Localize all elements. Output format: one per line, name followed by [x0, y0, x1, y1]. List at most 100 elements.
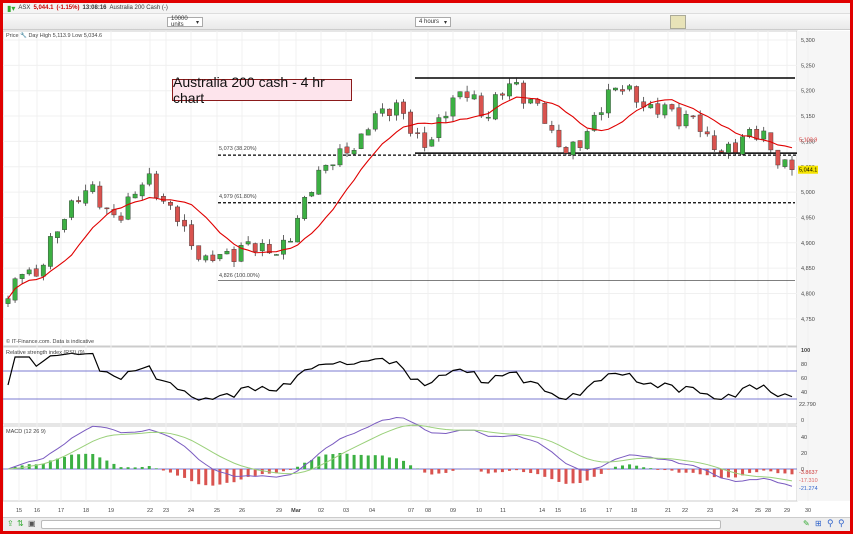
- date-tick: 24: [188, 508, 194, 514]
- candle: [485, 116, 491, 119]
- macd-histogram-bar: [211, 469, 215, 486]
- macd-histogram-bar: [140, 466, 144, 469]
- candle: [132, 193, 138, 199]
- rsi-tick: 80: [801, 362, 807, 368]
- macd-histogram-bar: [190, 469, 194, 482]
- export-icon[interactable]: ⇪: [7, 519, 14, 528]
- macd-histogram-bar: [260, 469, 264, 475]
- macd-histogram-bar: [522, 469, 526, 473]
- compare-icon[interactable]: ⇅: [17, 519, 24, 528]
- candle: [337, 148, 343, 166]
- candle: [726, 143, 731, 153]
- date-tick: 22: [147, 508, 153, 514]
- macd-histogram-bar: [380, 455, 384, 469]
- zoom-out-icon[interactable]: ⚲: [827, 518, 834, 529]
- candle: [231, 249, 237, 262]
- candle: [500, 93, 505, 96]
- candle: [563, 147, 569, 154]
- date-tick: 10: [476, 508, 482, 514]
- macd-histogram-bar: [486, 469, 490, 474]
- candle: [344, 146, 350, 154]
- candle: [655, 103, 661, 115]
- candle: [528, 99, 534, 104]
- candle: [521, 82, 527, 104]
- price-tick: 5,300: [801, 38, 815, 44]
- date-tick: 23: [163, 508, 169, 514]
- date-tick: 11: [500, 508, 506, 514]
- candle: [5, 298, 11, 304]
- macd-histogram-bar: [507, 469, 511, 471]
- candle: [358, 133, 364, 149]
- candle: [507, 83, 512, 97]
- chart-canvas[interactable]: 15 16 17 18 19 22 23 24 25 26 29 Mar 02 03 04 07 08 09 10 1…: [0, 0, 853, 534]
- macd-histogram-bar: [289, 469, 293, 470]
- date-tick: Mar: [291, 508, 302, 514]
- rsi-tick: 100: [801, 348, 810, 354]
- candle: [542, 103, 548, 124]
- drawing-icon[interactable]: ✎: [803, 519, 810, 528]
- zoom-fit-icon[interactable]: ⊞: [815, 519, 822, 528]
- macd-histogram-bar: [409, 465, 413, 469]
- candle: [613, 87, 618, 91]
- candle: [83, 190, 89, 204]
- macd-histogram-bar: [564, 469, 568, 484]
- candle: [69, 200, 74, 218]
- candle: [605, 89, 611, 114]
- price-tick: 5,250: [801, 63, 815, 69]
- macd-histogram-bar: [444, 469, 448, 473]
- candle: [436, 117, 442, 138]
- macd-histogram-bar: [613, 466, 617, 469]
- chart-scrollbar[interactable]: [41, 520, 721, 529]
- candle: [789, 159, 795, 170]
- macd-histogram-bar: [451, 469, 455, 471]
- date-tick: 21: [665, 508, 671, 514]
- date-tick: 30: [805, 508, 811, 514]
- candle: [669, 104, 675, 110]
- candle: [203, 255, 209, 261]
- candle: [620, 89, 625, 92]
- candle: [323, 164, 329, 171]
- macd-histogram-bar: [656, 469, 660, 470]
- price-tick: 5,150: [801, 114, 815, 120]
- macd-histogram-bar: [147, 466, 151, 469]
- fib-label-100: 4,826 (100.00%): [219, 273, 260, 279]
- candle: [549, 125, 555, 131]
- macd-histogram-bar: [183, 469, 187, 478]
- candle: [146, 173, 152, 185]
- candle: [33, 268, 39, 277]
- macd-histogram-bar: [536, 469, 540, 475]
- fib-label-38: 5,073 (38.20%): [219, 146, 257, 152]
- macd-histogram-bar: [154, 468, 158, 469]
- date-tick: 08: [425, 508, 431, 514]
- candle: [429, 139, 435, 147]
- date-tick: 15: [555, 508, 561, 514]
- macd-histogram-bar: [70, 454, 74, 469]
- date-tick: 28: [765, 508, 771, 514]
- candle: [189, 224, 195, 247]
- macd-histogram-bar: [204, 469, 208, 486]
- candle: [775, 149, 781, 166]
- zoom-in-icon[interactable]: ⚲: [838, 518, 845, 529]
- macd-histogram-bar: [691, 469, 695, 473]
- price-tick: 4,750: [801, 317, 815, 323]
- candle: [210, 254, 216, 261]
- candle: [295, 217, 300, 243]
- macd-histogram-bar: [366, 455, 370, 469]
- candle: [648, 104, 654, 109]
- candle: [379, 108, 385, 114]
- candle: [415, 132, 421, 134]
- candle: [591, 114, 597, 131]
- settings-icon[interactable]: ▣: [28, 519, 36, 528]
- macd-histogram-bar: [712, 469, 716, 478]
- macd-histogram-bar: [755, 469, 759, 473]
- fib-label-62: 4,979 (61.80%): [219, 194, 257, 200]
- candle: [40, 264, 46, 277]
- date-tick: 19: [108, 508, 114, 514]
- date-tick: 16: [580, 508, 586, 514]
- macd-histogram-bar: [642, 467, 646, 469]
- candle: [662, 104, 668, 116]
- macd-histogram-bar: [748, 469, 752, 473]
- macd-tick: 20: [801, 451, 807, 457]
- macd-histogram-bar: [402, 460, 406, 469]
- candle: [471, 94, 477, 100]
